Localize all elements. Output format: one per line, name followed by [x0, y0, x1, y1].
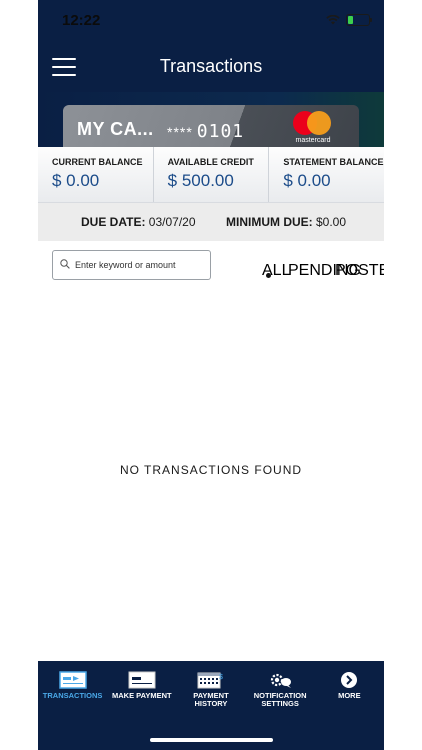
battery-icon	[346, 14, 372, 26]
nav-label: MAKE PAYMENT	[111, 691, 172, 700]
statement-balance: STATEMENT BALANCE $ 0.00	[269, 147, 384, 202]
status-icons	[326, 14, 372, 26]
card-last4: 0101	[196, 121, 245, 142]
nav-payment-history[interactable]: $ PAYMENT HISTORY	[176, 661, 245, 750]
current-balance: CURRENT BALANCE $ 0.00	[38, 147, 154, 202]
nav-label: SETTINGS	[261, 699, 299, 708]
minimum-due-value: $0.00	[316, 215, 347, 229]
selected-filter-indicator	[266, 273, 271, 278]
search-box	[52, 250, 211, 280]
available-credit: AVAILABLE CREDIT $ 500.00	[154, 147, 270, 202]
card-name: MY CA...	[77, 119, 154, 139]
empty-state-message: NO TRANSACTIONS FOUND	[119, 463, 303, 477]
wifi-icon	[326, 15, 340, 25]
due-date-label: DUE DATE:	[81, 215, 146, 229]
balance-summary: CURRENT BALANCE $ 0.00 AVAILABLE CREDIT …	[38, 147, 384, 203]
due-date-value: 03/07/20	[148, 215, 196, 229]
balance-value: $ 0.00	[283, 171, 331, 190]
transactions-icon	[58, 671, 87, 689]
balance-label: STATEMENT BALANCE	[283, 157, 384, 167]
home-indicator	[150, 738, 273, 742]
search-input[interactable]	[75, 257, 205, 273]
app-header: 12:22 Transactions	[38, 0, 384, 92]
balance-value: $ 0.00	[52, 171, 100, 190]
due-summary: DUE DATE: 03/07/20 MINIMUM DUE: $0.00	[38, 203, 384, 241]
balance-value: $ 500.00	[167, 171, 234, 190]
card-network: mastercard	[295, 137, 331, 144]
card-mask: ****	[167, 124, 193, 140]
minimum-due-label: MINIMUM DUE:	[226, 215, 313, 229]
credit-card[interactable]: MY CA... **** 0101 mastercard	[63, 105, 359, 147]
nav-notification-settings[interactable]: NOTIFICATION SETTINGS	[246, 661, 315, 750]
nav-more[interactable]: MORE	[315, 661, 384, 750]
mastercard-logo-icon: mastercard	[291, 111, 335, 147]
search-icon	[60, 259, 70, 269]
phone-screen: 12:22 Transactions MY CA... **** 0101 ma…	[38, 0, 384, 750]
balance-label: AVAILABLE CREDIT	[167, 157, 254, 167]
make-payment-icon	[128, 671, 156, 689]
nav-label: MORE	[338, 691, 361, 700]
balance-label: CURRENT BALANCE	[52, 157, 143, 167]
nav-label: HISTORY	[194, 699, 228, 708]
notification-settings-icon	[271, 673, 292, 688]
filter-posted[interactable]: POSTED	[335, 262, 384, 280]
nav-label: TRANSACTIONS	[42, 691, 103, 700]
due-date: DUE DATE: 03/07/20	[81, 215, 196, 229]
svg-text:$: $	[219, 674, 223, 681]
status-time: 12:22	[62, 12, 101, 29]
card-number: **** 0101	[167, 121, 244, 142]
payment-history-icon: $	[197, 672, 223, 689]
minimum-due: MINIMUM DUE: $0.00	[226, 215, 346, 229]
card-banner: MY CA... **** 0101 mastercard	[38, 92, 384, 147]
bottom-navigation: TRANSACTIONS MAKE PAYMENT $ PAYMENT HISTO…	[38, 661, 384, 750]
nav-make-payment[interactable]: MAKE PAYMENT	[107, 661, 176, 750]
nav-transactions[interactable]: TRANSACTIONS	[38, 661, 107, 750]
more-icon	[341, 672, 358, 688]
page-title: Transactions	[159, 56, 263, 76]
